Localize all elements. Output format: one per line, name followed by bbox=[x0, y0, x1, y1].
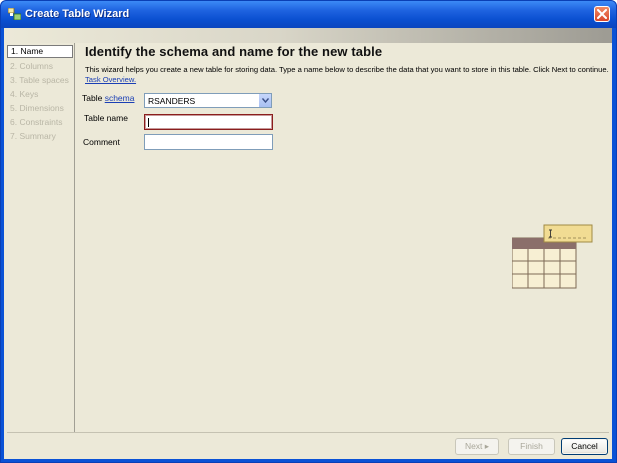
next-button[interactable]: Next ▸ bbox=[455, 438, 499, 455]
task-overview-link[interactable]: Task Overview. bbox=[85, 75, 136, 84]
table-wizard-icon bbox=[8, 8, 21, 20]
schema-link[interactable]: schema bbox=[105, 93, 135, 103]
cancel-button[interactable]: Cancel bbox=[561, 438, 608, 455]
schema-label-prefix: Table bbox=[82, 93, 103, 103]
description-text: This wizard helps you create a new table… bbox=[85, 65, 609, 74]
table-name-label: Table name bbox=[84, 113, 128, 123]
title-bar[interactable]: Create Table Wizard bbox=[1, 1, 616, 28]
step-constraints: 6. Constraints bbox=[10, 117, 63, 127]
page-description: This wizard helps you create a new table… bbox=[85, 65, 610, 85]
step-table-spaces: 3. Table spaces bbox=[10, 75, 69, 85]
wizard-steps-sidebar: 1. Name 2. Columns 3. Table spaces 4. Ke… bbox=[7, 43, 75, 432]
step-keys: 4. Keys bbox=[10, 89, 39, 99]
chevron-down-icon bbox=[262, 98, 269, 103]
wizard-window: Create Table Wizard 1. Name 2. Columns 3… bbox=[0, 0, 617, 463]
window-title: Create Table Wizard bbox=[25, 8, 130, 20]
schema-dropdown-button[interactable] bbox=[258, 94, 271, 107]
header-band bbox=[4, 28, 612, 43]
step-dimensions: 5. Dimensions bbox=[10, 103, 64, 113]
comment-label: Comment bbox=[83, 137, 120, 147]
text-caret bbox=[148, 118, 149, 127]
finish-button[interactable]: Finish bbox=[508, 438, 555, 455]
table-illustration-icon bbox=[512, 224, 593, 289]
step-name[interactable]: 1. Name bbox=[7, 45, 73, 58]
comment-input[interactable] bbox=[144, 134, 273, 150]
schema-select[interactable]: RSANDERS bbox=[144, 93, 272, 108]
footer-separator bbox=[7, 432, 609, 433]
table-name-input[interactable] bbox=[144, 114, 273, 130]
close-icon bbox=[597, 9, 607, 19]
step-summary: 7. Summary bbox=[10, 131, 56, 141]
step-columns: 2. Columns bbox=[10, 61, 53, 71]
schema-select-value: RSANDERS bbox=[148, 96, 196, 106]
schema-label: Table schema bbox=[82, 93, 134, 103]
wizard-client-area: 1. Name 2. Columns 3. Table spaces 4. Ke… bbox=[4, 28, 612, 459]
close-button[interactable] bbox=[594, 6, 610, 22]
page-title: Identify the schema and name for the new… bbox=[85, 44, 383, 59]
